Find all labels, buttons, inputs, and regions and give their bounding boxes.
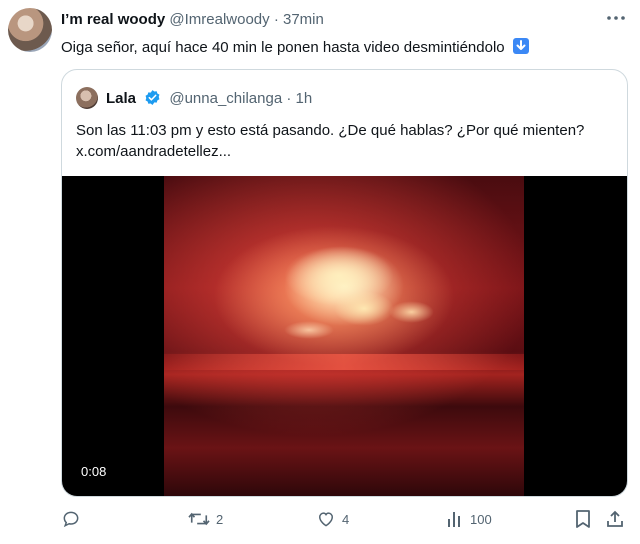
verified-badge-icon [145,90,160,105]
quoted-header: Lala @unna_chilanga · 1h [106,89,312,107]
bookmark-icon [576,510,590,528]
reply-button[interactable] [61,509,81,529]
timestamp[interactable]: 37min [283,11,324,28]
bookmark-button[interactable] [574,509,592,529]
retweet-button[interactable]: 2 [188,509,223,529]
video-frame-fire [164,176,524,496]
more-options-icon[interactable] [606,14,626,22]
quoted-link[interactable]: x.com/aandradetellez... [76,141,616,162]
share-button[interactable] [605,509,625,529]
quoted-text-line: Son las 11:03 pm y esto está pasando. ¿D… [76,122,585,139]
action-bar: 2 4 100 [0,505,640,535]
views-count: 100 [470,511,492,527]
quoted-handle[interactable]: @unna_chilanga [169,90,282,107]
share-icon [607,510,623,527]
quoted-tweet-card[interactable]: Lala @unna_chilanga · 1h Son las 11:03 p… [61,69,628,497]
reply-icon [63,511,79,528]
retweet-icon [188,512,210,526]
display-name[interactable]: I’m real woody [61,11,165,28]
video-duration: 0:08 [76,462,112,481]
down-arrow-emoji-icon [512,38,529,54]
quoted-avatar[interactable] [76,87,98,109]
quoted-timestamp[interactable]: 1h [296,90,313,107]
user-handle[interactable]: @Imrealwoody [169,11,269,28]
quoted-text: Son las 11:03 pm y esto está pasando. ¿D… [76,120,616,162]
avatar[interactable] [8,8,52,52]
retweet-count: 2 [216,511,224,527]
video-player[interactable]: 0:08 [62,176,627,496]
tweet-text-body: Oiga señor, aquí hace 40 min le ponen ha… [61,39,505,56]
views-icon [448,512,460,527]
views-button[interactable]: 100 [446,509,492,529]
like-count: 4 [342,511,350,527]
tweet-header: I’m real woody @Imrealwoody · 37min [61,11,324,28]
separator-dot: · [273,11,279,28]
like-button[interactable]: 4 [316,509,349,529]
heart-icon [318,512,334,527]
quoted-display-name[interactable]: Lala [106,90,136,107]
quoted-separator-dot: · [286,90,292,107]
tweet-text: Oiga señor, aquí hace 40 min le ponen ha… [61,38,529,56]
